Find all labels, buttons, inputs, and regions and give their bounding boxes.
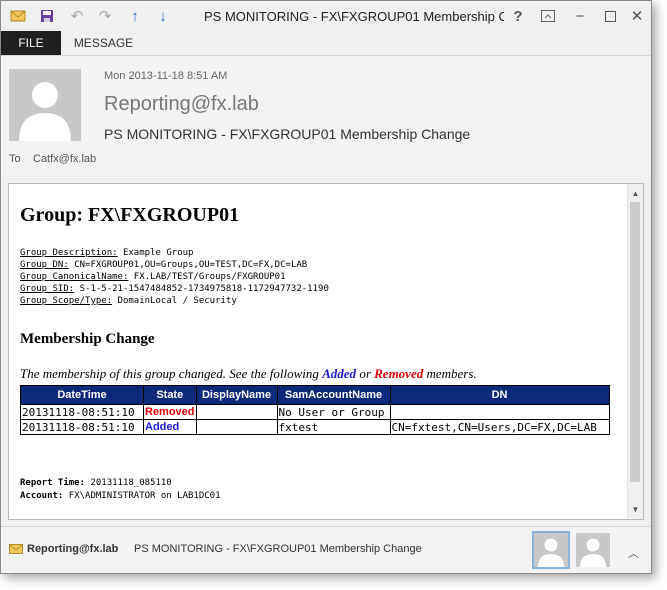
membership-changed-text: The membership of this group changed. Se… bbox=[20, 366, 620, 382]
membership-table: DateTime State DisplayName SamAccountNam… bbox=[20, 385, 610, 435]
info-key: Group CanonicalName: bbox=[20, 272, 129, 282]
group-title: Group: FX\FXGROUP01 bbox=[20, 204, 240, 226]
report-time-label: Report Time: bbox=[20, 478, 86, 488]
sender-avatar[interactable] bbox=[9, 69, 81, 141]
people-pane-subject: PS MONITORING - FX\FXGROUP01 Membership … bbox=[134, 543, 422, 555]
person-avatar[interactable] bbox=[532, 531, 570, 569]
cell-displayname bbox=[195, 404, 278, 420]
cell-sam: fxtest bbox=[276, 419, 391, 435]
info-key: Group Scope/Type: bbox=[20, 296, 113, 306]
group-info: Group Description: Example Group Group D… bbox=[20, 247, 620, 307]
arrow-down-icon[interactable]: ↓ bbox=[154, 7, 172, 25]
table-header-row: DateTime State DisplayName SamAccountNam… bbox=[20, 385, 610, 405]
person-icon bbox=[534, 533, 568, 567]
info-value: S-1-5-21-1547484852-1734975818-117294773… bbox=[79, 284, 329, 294]
scrollbar-thumb[interactable] bbox=[630, 202, 640, 482]
account-label: Account: bbox=[20, 491, 64, 501]
message-header: Mon 2013-11-18 8:51 AM Reporting@fx.lab … bbox=[1, 56, 651, 176]
save-icon[interactable] bbox=[38, 7, 56, 25]
tab-file[interactable]: FILE bbox=[1, 31, 61, 55]
col-state: State bbox=[143, 385, 197, 405]
to-label: To bbox=[9, 153, 21, 165]
report-time-value: 20131118_085110 bbox=[90, 478, 172, 488]
undo-icon[interactable]: ↶ bbox=[68, 7, 86, 25]
person-icon bbox=[9, 69, 81, 141]
col-datetime: DateTime bbox=[20, 385, 144, 405]
added-word: Added bbox=[322, 366, 357, 381]
cell-state: Added bbox=[143, 419, 197, 435]
col-displayname: DisplayName bbox=[195, 385, 278, 405]
message-sender[interactable]: Reporting@fx.lab bbox=[104, 93, 259, 116]
redo-icon[interactable]: ↷ bbox=[96, 7, 114, 25]
tab-message[interactable]: MESSAGE bbox=[61, 31, 146, 55]
help-button[interactable]: ? bbox=[509, 7, 527, 25]
cell-displayname bbox=[195, 419, 278, 435]
report-footer: Report Time: 20131118_085110 Account: FX… bbox=[20, 477, 221, 503]
table-row: 20131118-08:51:10 Added fxtest CN=fxtest… bbox=[20, 419, 610, 435]
maximize-button[interactable] bbox=[601, 7, 619, 25]
mail-icon bbox=[9, 7, 27, 25]
info-row: Group SID: S-1-5-21-1547484852-173497581… bbox=[20, 283, 620, 295]
info-row: Group DN: CN=FXGROUP01,OU=Groups,OU=TEST… bbox=[20, 259, 620, 271]
vertical-scrollbar[interactable]: ▲ ▼ bbox=[627, 184, 643, 519]
arrow-up-icon[interactable]: ↑ bbox=[126, 7, 144, 25]
title-bar: ↶ ↷ ↑ ↓ PS MONITORING - FX\FXGROUP01 Mem… bbox=[1, 1, 651, 31]
changed-prefix: The membership of this group changed. Se… bbox=[20, 366, 323, 381]
people-pane: Reporting@fx.lab PS MONITORING - FX\FXGR… bbox=[1, 526, 651, 573]
table-row: 20131118-08:51:10 Removed No User or Gro… bbox=[20, 404, 610, 420]
info-value: Example Group bbox=[122, 248, 194, 258]
info-key: Group DN: bbox=[20, 260, 69, 270]
message-subject: PS MONITORING - FX\FXGROUP01 Membership … bbox=[104, 126, 471, 142]
col-samaccountname: SamAccountName bbox=[276, 385, 391, 405]
window-title: PS MONITORING - FX\FXGROUP01 Membership … bbox=[204, 9, 504, 24]
section-title: Membership Change bbox=[20, 331, 155, 347]
close-button[interactable]: ✕ bbox=[628, 7, 646, 25]
chevron-up-icon[interactable]: ︿ bbox=[628, 545, 639, 561]
info-key: Group SID: bbox=[20, 284, 75, 294]
cell-state: Removed bbox=[143, 404, 197, 420]
info-row: Group Description: Example Group bbox=[20, 247, 620, 259]
scroll-up-icon[interactable]: ▲ bbox=[628, 186, 643, 201]
account-value: FX\ADMINISTRATOR on LAB1DC01 bbox=[68, 491, 221, 501]
info-value: DomainLocal / Security bbox=[117, 296, 237, 306]
body-content: Group: FX\FXGROUP01 Group Description: E… bbox=[20, 192, 620, 501]
outlook-message-window: ↶ ↷ ↑ ↓ PS MONITORING - FX\FXGROUP01 Mem… bbox=[0, 0, 652, 574]
info-row: Group CanonicalName: FX.LAB/TEST/Groups/… bbox=[20, 271, 620, 283]
col-dn: DN bbox=[389, 385, 610, 405]
envelope-icon bbox=[9, 543, 23, 558]
cell-dn bbox=[389, 404, 610, 420]
account-row: Account: FX\ADMINISTRATOR on LAB1DC01 bbox=[20, 490, 221, 503]
person-icon bbox=[576, 533, 610, 567]
report-time-row: Report Time: 20131118_085110 bbox=[20, 477, 221, 490]
minimize-button[interactable]: − bbox=[571, 7, 589, 25]
cell-sam: No User or Group bbox=[276, 404, 391, 420]
info-value: CN=FXGROUP01,OU=Groups,OU=TEST,DC=FX,DC=… bbox=[74, 260, 308, 270]
cell-datetime: 20131118-08:51:10 bbox=[20, 404, 144, 420]
changed-suffix: members. bbox=[423, 366, 477, 381]
message-date: Mon 2013-11-18 8:51 AM bbox=[104, 70, 228, 82]
scroll-down-icon[interactable]: ▼ bbox=[628, 502, 643, 517]
to-recipient[interactable]: Catfx@fx.lab bbox=[33, 153, 96, 165]
info-value: FX.LAB/TEST/Groups/FXGROUP01 bbox=[133, 272, 286, 282]
info-key: Group Description: bbox=[20, 248, 118, 258]
ribbon-display-options-icon[interactable] bbox=[539, 7, 557, 25]
removed-word: Removed bbox=[374, 366, 424, 381]
people-pane-sender[interactable]: Reporting@fx.lab bbox=[27, 543, 118, 555]
or-word: or bbox=[356, 366, 375, 381]
cell-datetime: 20131118-08:51:10 bbox=[20, 419, 144, 435]
message-body: Group: FX\FXGROUP01 Group Description: E… bbox=[8, 183, 644, 520]
cell-dn: CN=fxtest,CN=Users,DC=FX,DC=LAB bbox=[389, 419, 610, 435]
person-avatar[interactable] bbox=[576, 533, 610, 567]
ribbon-tabs: FILE MESSAGE bbox=[1, 31, 651, 56]
info-row: Group Scope/Type: DomainLocal / Security bbox=[20, 295, 620, 307]
